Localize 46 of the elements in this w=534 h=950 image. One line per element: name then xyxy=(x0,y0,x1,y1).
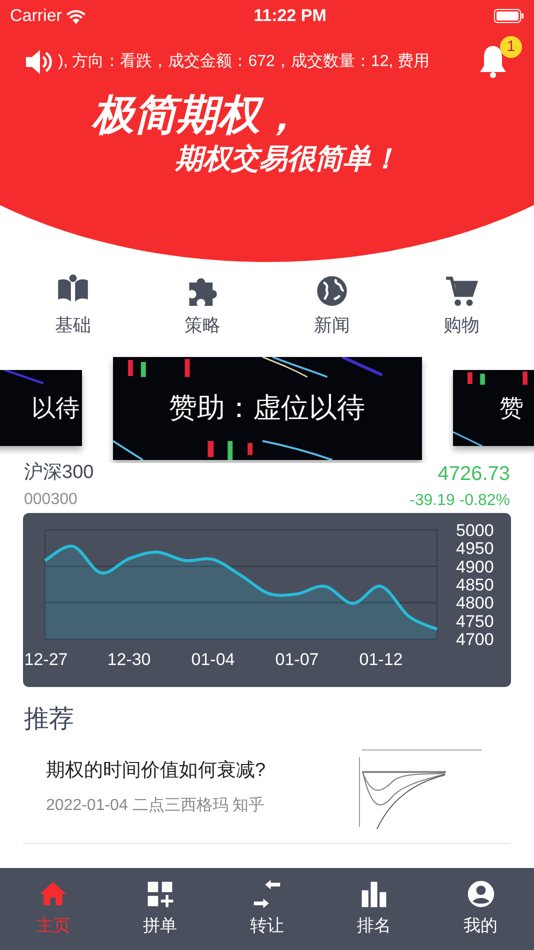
banner[interactable]: 赞 xyxy=(452,370,534,446)
tab[interactable]: 排名 xyxy=(334,879,414,939)
exchange-arrows-icon xyxy=(252,879,282,910)
x-axis-label: 12-30 xyxy=(107,650,151,669)
x-axis-label: 01-07 xyxy=(275,650,319,669)
tab[interactable]: 转让 xyxy=(226,879,307,939)
notification-badge: 1 xyxy=(500,36,522,58)
trade-ticker: ), 方向：看跌，成交金额：672，成交数量：12, 费用 xyxy=(58,52,431,72)
shortcut-label[interactable]: 基础 xyxy=(54,312,91,339)
index-change: -39.19 -0.82% xyxy=(409,491,510,511)
y-axis-label: 4750 xyxy=(456,612,494,631)
tab[interactable]: 我的 xyxy=(440,879,521,939)
slogan-text: 期权交易很简单！ xyxy=(175,141,400,178)
x-axis-label: 01-04 xyxy=(191,650,235,669)
article-title[interactable]: 期权的时间价值如何衰减? xyxy=(46,757,266,786)
article-meta: 2022-01-04 二点三西格玛 知乎 xyxy=(46,796,266,816)
bell-icon[interactable] xyxy=(478,44,508,80)
x-axis-label: 12-27 xyxy=(24,650,68,669)
user-icon xyxy=(466,879,496,910)
banner-caption: 以待 xyxy=(32,393,80,424)
shortcut-label[interactable]: 购物 xyxy=(443,312,480,339)
grid-add-icon xyxy=(145,879,176,910)
index-price: 4726.73 xyxy=(436,462,510,487)
index-code: 000300 xyxy=(24,490,78,510)
banner[interactable]: 以待 xyxy=(0,370,82,446)
clock-text: 11:22 PM xyxy=(254,5,326,28)
x-axis-label: 01-12 xyxy=(359,650,403,669)
shortcut-label[interactable]: 新闻 xyxy=(314,312,350,339)
index-name: 沪深300 xyxy=(24,460,94,485)
banner-caption: 赞助：虚位以待 xyxy=(169,390,365,426)
slogan-text: 极简期权， xyxy=(92,92,303,138)
banner[interactable]: 赞助：虚位以待 xyxy=(112,356,422,460)
y-axis-label: 4800 xyxy=(456,594,494,613)
y-axis-label: 4700 xyxy=(456,630,494,649)
battery-icon xyxy=(494,9,524,23)
y-axis-label: 4850 xyxy=(456,576,494,594)
carrier-text: Carrier xyxy=(10,5,62,28)
shortcut-label[interactable]: 策略 xyxy=(184,312,220,339)
tab[interactable]: 拼单 xyxy=(120,879,200,939)
wifi-icon xyxy=(66,8,86,24)
y-axis-label: 4900 xyxy=(456,557,494,576)
y-axis-label: 4950 xyxy=(456,539,494,558)
section-heading: 推荐 xyxy=(24,704,75,735)
speaker-icon[interactable] xyxy=(24,49,54,75)
y-axis-label: 5000 xyxy=(456,521,494,540)
banner-caption: 赞 xyxy=(500,393,524,424)
